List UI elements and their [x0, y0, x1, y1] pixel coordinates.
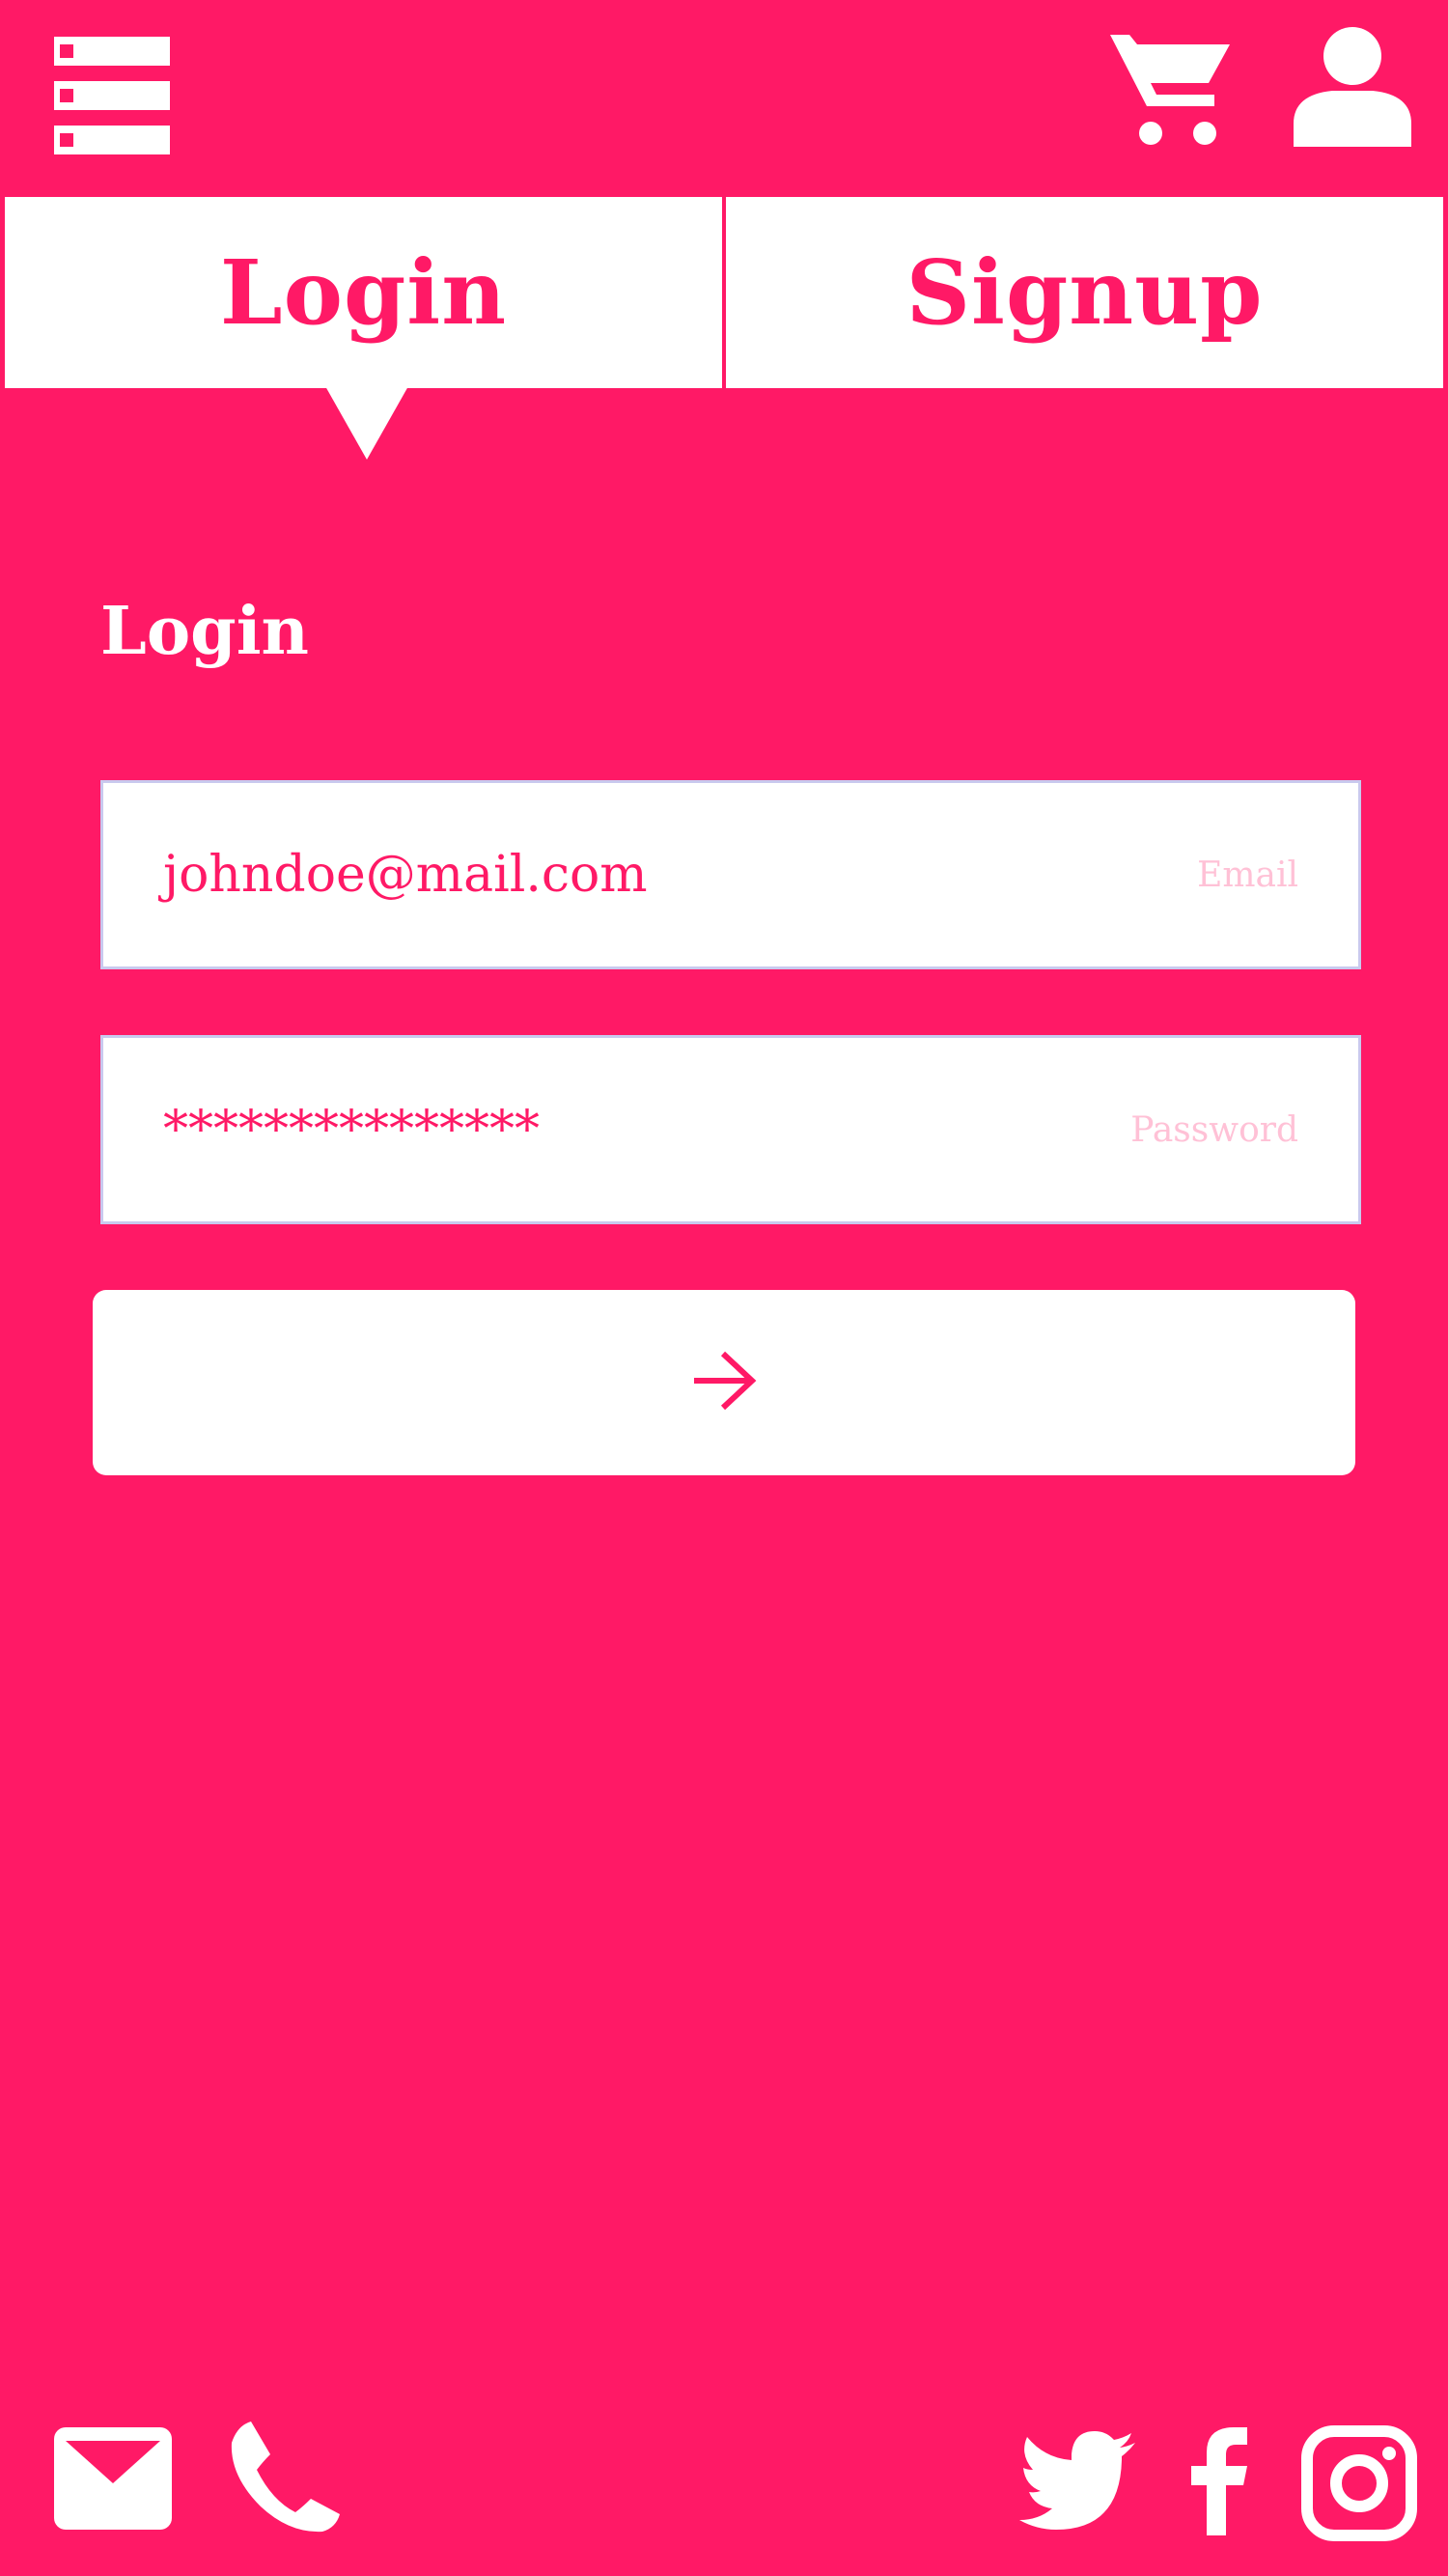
- email-field[interactable]: johndoe@mail.com Email: [100, 780, 1361, 969]
- tab-signup[interactable]: Signup: [726, 197, 1443, 388]
- menu-icon[interactable]: [54, 37, 170, 156]
- facebook-icon[interactable]: [1191, 2427, 1249, 2535]
- email-value: johndoe@mail.com: [163, 846, 648, 904]
- user-icon[interactable]: [1294, 27, 1411, 147]
- email-label: Email: [1197, 854, 1298, 895]
- active-tab-indicator: [325, 386, 408, 460]
- password-label: Password: [1130, 1109, 1298, 1150]
- form-heading: Login: [100, 593, 309, 670]
- phone-icon[interactable]: [230, 2422, 340, 2534]
- password-field[interactable]: *************** Password: [100, 1035, 1361, 1224]
- twitter-icon[interactable]: [1019, 2431, 1135, 2530]
- mail-icon[interactable]: [54, 2427, 172, 2530]
- tab-login[interactable]: Login: [5, 197, 722, 388]
- cart-icon[interactable]: [1108, 33, 1232, 149]
- instagram-icon[interactable]: [1301, 2425, 1417, 2541]
- login-submit-button[interactable]: [93, 1290, 1355, 1475]
- tab-login-label: Login: [219, 240, 508, 345]
- password-value: ***************: [163, 1101, 540, 1159]
- arrow-right-icon: [690, 1350, 758, 1415]
- tab-signup-label: Signup: [905, 240, 1264, 345]
